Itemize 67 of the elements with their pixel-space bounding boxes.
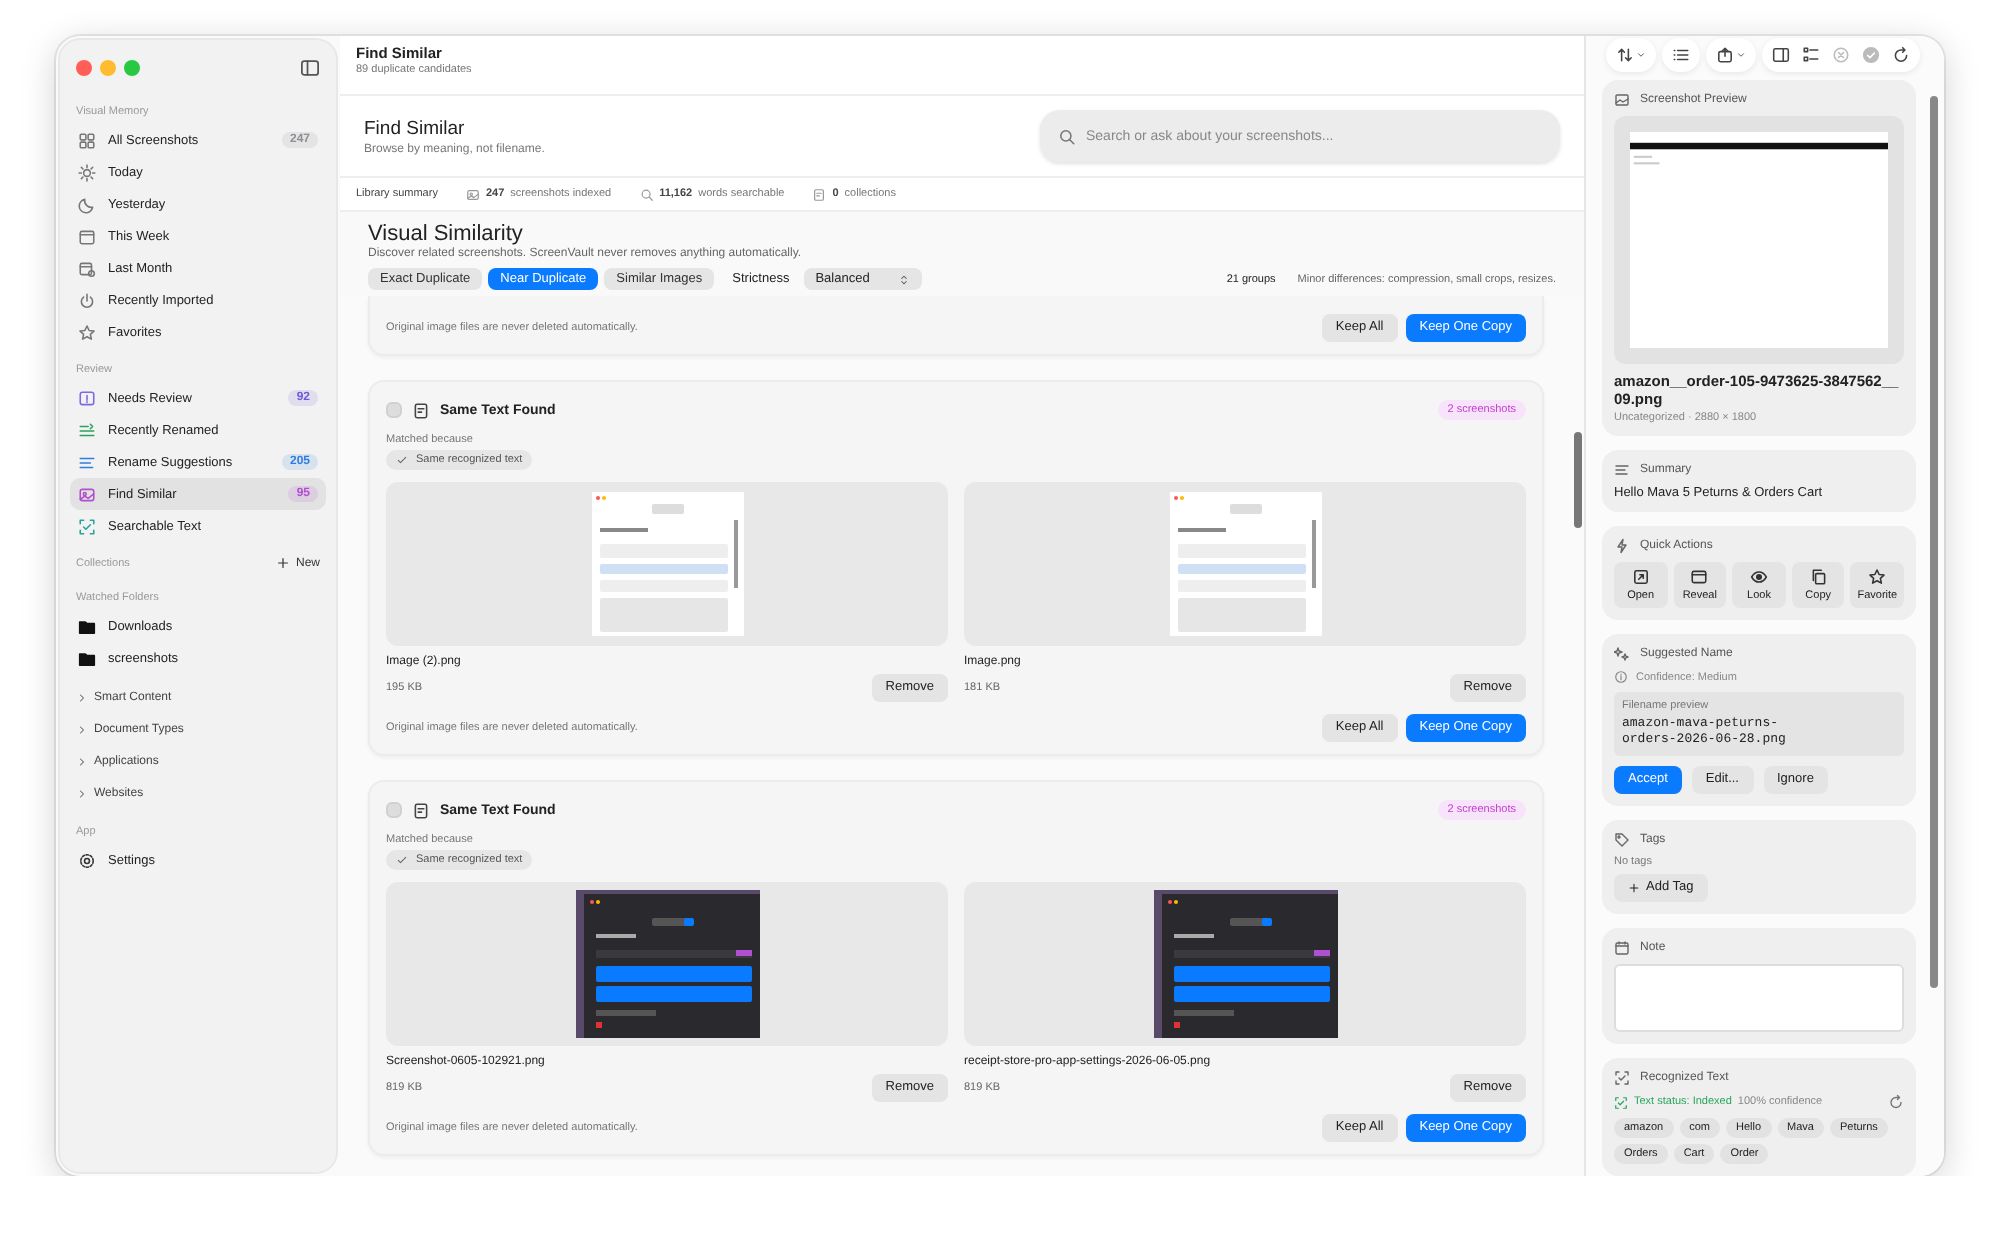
photo-icon xyxy=(465,187,480,201)
toolbar-button[interactable] xyxy=(1612,43,1650,65)
list-icon xyxy=(78,421,96,439)
sparkles-icon xyxy=(1614,646,1630,662)
scan-icon xyxy=(78,517,96,535)
star-icon xyxy=(1868,568,1887,586)
sun-icon xyxy=(78,163,96,181)
bolt-icon xyxy=(1614,538,1630,554)
power-icon xyxy=(78,291,96,309)
refresh-icon xyxy=(1892,45,1910,63)
sort-icon xyxy=(1616,45,1634,63)
toolbar-button[interactable] xyxy=(1768,43,1794,65)
info-icon xyxy=(1614,670,1628,684)
image-icon xyxy=(1614,92,1630,108)
hero-title: Find Similar xyxy=(364,117,467,139)
chevron-icon xyxy=(76,692,88,704)
search-icon xyxy=(1058,127,1076,145)
export-icon xyxy=(1716,45,1734,63)
list-icon xyxy=(78,453,96,471)
lines-icon xyxy=(1614,462,1630,478)
checkbox[interactable] xyxy=(386,802,402,818)
tag-icon xyxy=(1614,832,1630,848)
chevron-icon xyxy=(76,788,88,800)
check-icon xyxy=(396,454,408,466)
list-icon xyxy=(1672,45,1690,63)
grid-icon xyxy=(78,131,96,149)
sidebar-toggle-icon[interactable] xyxy=(300,58,320,78)
sidebar-icon xyxy=(1772,45,1790,63)
caret-icon xyxy=(1636,49,1646,59)
refresh-icon[interactable] xyxy=(1888,1094,1904,1110)
checklist-icon xyxy=(1802,45,1820,63)
checkbox[interactable] xyxy=(386,402,402,418)
gear-icon xyxy=(78,851,96,869)
search-icon xyxy=(639,187,654,201)
plus-icon xyxy=(1628,882,1640,894)
minimize-button[interactable] xyxy=(100,60,116,76)
scrollbar-thumb[interactable] xyxy=(1930,96,1938,988)
chevron-icon xyxy=(76,724,88,736)
star-icon xyxy=(78,323,96,341)
plus-icon xyxy=(275,556,290,570)
caret-icon xyxy=(1736,49,1746,59)
window-icon xyxy=(1690,568,1709,586)
section-title: Visual Similarity xyxy=(368,222,525,246)
chevron-icon xyxy=(76,756,88,768)
calendar-icon xyxy=(78,227,96,245)
scrollbar-thumb[interactable] xyxy=(1574,432,1582,528)
review-icon xyxy=(78,389,96,407)
check-icon xyxy=(396,854,408,866)
close-button[interactable] xyxy=(76,60,92,76)
zoom-button[interactable] xyxy=(124,60,140,76)
updown-icon xyxy=(897,273,910,285)
note-field[interactable] xyxy=(1614,964,1904,1032)
scan-icon xyxy=(1614,1095,1628,1109)
toolbar-button[interactable] xyxy=(1712,43,1750,65)
document-icon xyxy=(412,401,430,419)
document-icon xyxy=(412,801,430,819)
copy-icon xyxy=(1809,568,1828,586)
note-icon xyxy=(1614,940,1630,956)
photo-icon xyxy=(78,485,96,503)
eye-icon xyxy=(1749,568,1768,586)
toolbar-button[interactable] xyxy=(1798,43,1824,65)
calendar-icon xyxy=(78,259,96,277)
scan-icon xyxy=(1614,1070,1630,1086)
open-icon xyxy=(1631,568,1650,586)
moon-icon xyxy=(78,195,96,213)
checkmark-circle-icon xyxy=(1862,45,1880,63)
close-circle-icon xyxy=(1832,45,1850,63)
